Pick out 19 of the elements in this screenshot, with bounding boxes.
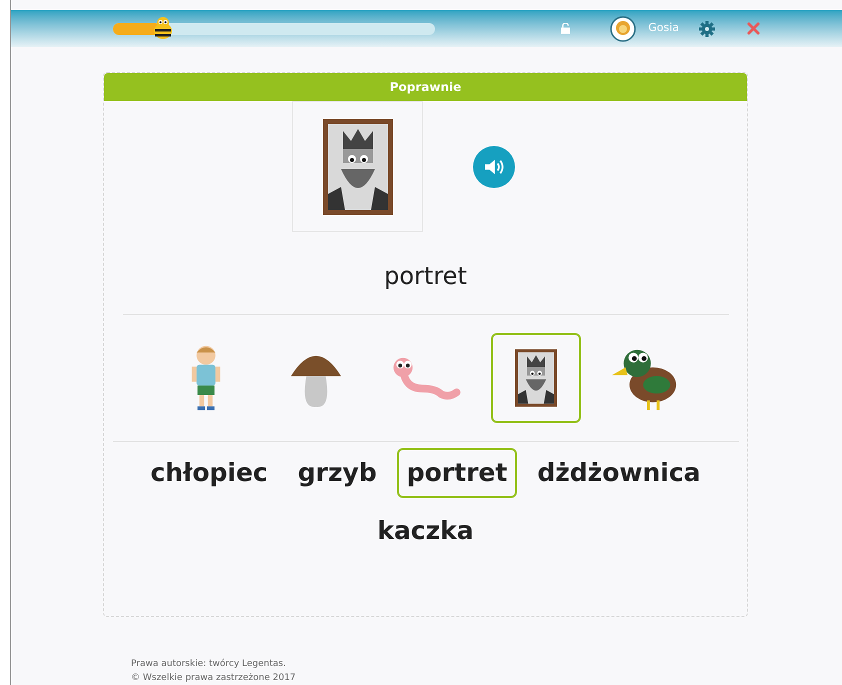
word-option[interactable]: portret — [396, 448, 518, 498]
user-name: Gosia — [648, 20, 679, 36]
footer-text: © Wszelkie prawa zastrzeżone 2017 — [131, 672, 297, 685]
speaker-button[interactable] — [473, 146, 515, 188]
status-banner: Poprawnie — [104, 73, 747, 102]
word-option[interactable]: dżdżownica — [527, 448, 711, 498]
bee-icon — [152, 16, 174, 40]
prompt-word: portret — [384, 261, 467, 292]
word-option[interactable]: chłopiec — [140, 448, 278, 498]
close-icon[interactable] — [747, 22, 760, 36]
avatar-icon[interactable] — [610, 16, 636, 42]
settings-icon[interactable] — [699, 20, 715, 37]
portrait-drawing — [514, 349, 556, 408]
word-option[interactable]: kaczka — [367, 506, 484, 556]
footer-text: Prawa autorskie: twórcy Legentas. — [131, 658, 287, 671]
picture-option[interactable] — [490, 333, 580, 424]
worm-drawing — [390, 356, 460, 400]
speaker-icon — [483, 158, 505, 176]
word-option[interactable]: grzyb — [288, 448, 387, 498]
